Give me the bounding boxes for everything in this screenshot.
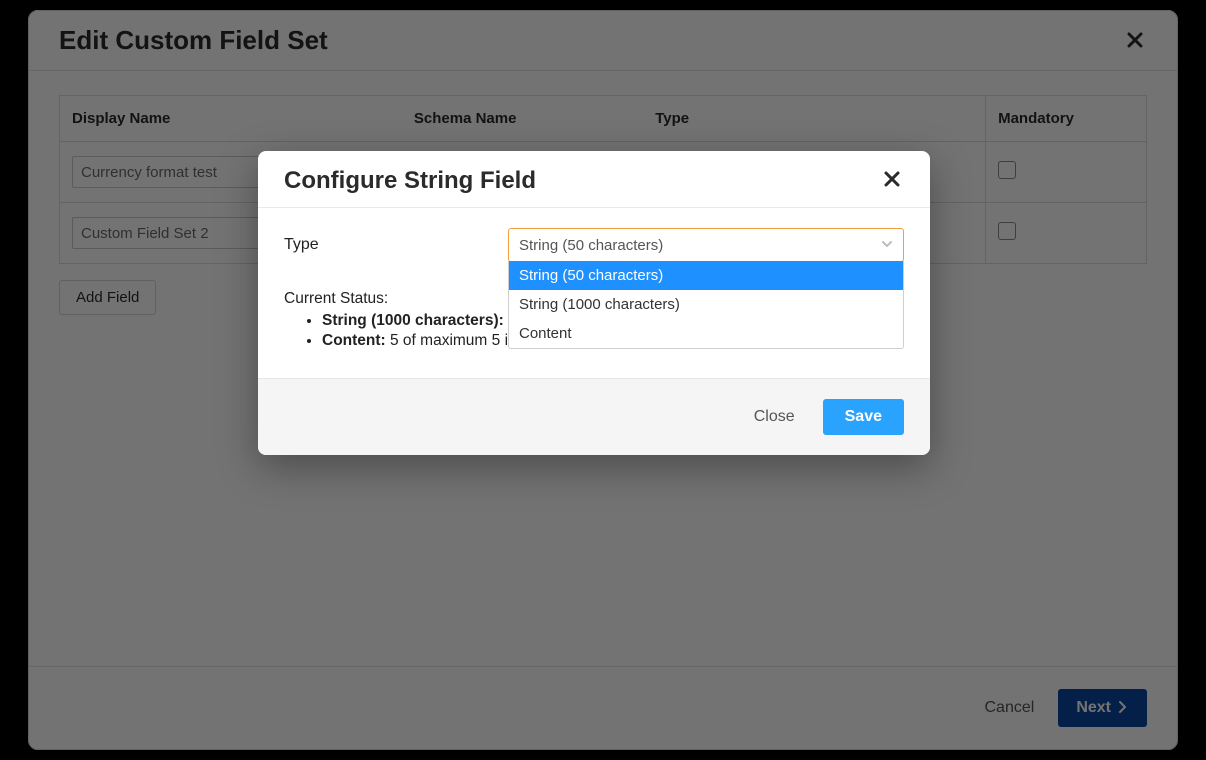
type-form-row: Type String (50 characters) String (50 c…	[284, 228, 904, 262]
type-select-wrap: String (50 characters) String (50 charac…	[508, 228, 904, 262]
configure-string-field-modal: Configure String Field Type String (50 c…	[258, 151, 930, 455]
type-label: Type	[284, 236, 484, 254]
type-select-value: String (50 characters)	[519, 237, 663, 254]
inner-modal-body: Type String (50 characters) String (50 c…	[258, 208, 930, 378]
status-item-bold: Content:	[322, 332, 386, 349]
type-select[interactable]: String (50 characters)	[508, 228, 904, 262]
inner-modal-title: Configure String Field	[284, 167, 536, 195]
save-button[interactable]: Save	[823, 399, 904, 435]
inner-modal-header: Configure String Field	[258, 151, 930, 208]
type-dropdown: String (50 characters) String (1000 char…	[508, 261, 904, 349]
close-button[interactable]: Close	[754, 408, 795, 426]
inner-modal-footer: Close Save	[258, 378, 930, 455]
status-item-bold: String (1000 characters):	[322, 312, 504, 329]
current-status-label: Current Status:	[284, 290, 388, 307]
type-option[interactable]: String (1000 characters)	[509, 290, 903, 319]
type-option[interactable]: String (50 characters)	[509, 261, 903, 290]
type-option[interactable]: Content	[509, 319, 903, 348]
close-icon[interactable]	[880, 170, 904, 193]
chevron-down-icon	[881, 238, 893, 253]
